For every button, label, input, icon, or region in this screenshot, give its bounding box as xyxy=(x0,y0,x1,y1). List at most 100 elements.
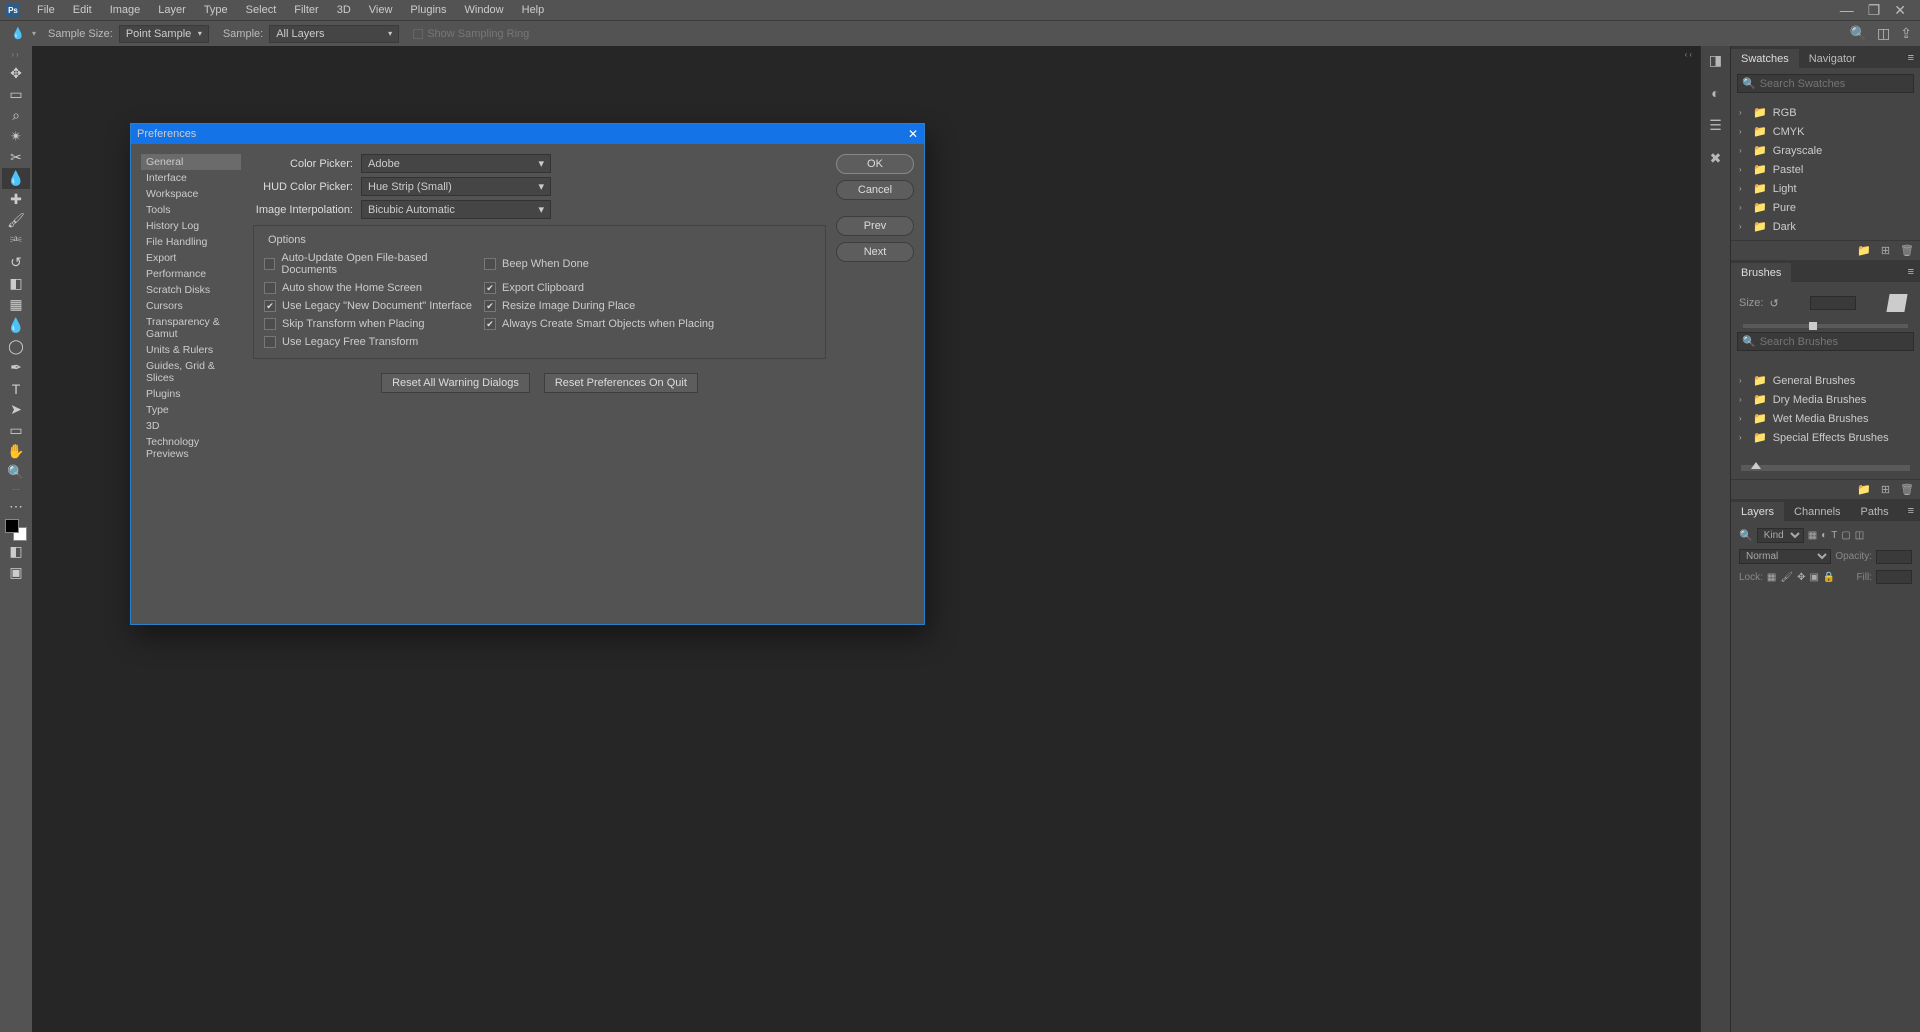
blur-tool[interactable]: 💧 xyxy=(2,315,30,336)
share-icon[interactable]: ⇪ xyxy=(1900,25,1912,42)
checkbox[interactable] xyxy=(264,336,276,348)
sample-size-dropdown[interactable]: Point Sample▾ xyxy=(119,25,209,43)
menu-view[interactable]: View xyxy=(360,2,402,18)
prefs-category-3d[interactable]: 3D xyxy=(141,418,241,434)
hud-color-picker-dropdown[interactable]: Hue Strip (Small)▾ xyxy=(361,177,551,196)
brush-tool[interactable]: 🖌 xyxy=(2,210,30,231)
layers-panel-menu-icon[interactable]: ≡ xyxy=(1902,501,1920,521)
lock-position-icon[interactable]: ✥ xyxy=(1797,572,1805,583)
gradient-tool[interactable]: ▦ xyxy=(2,294,30,315)
swatch-folder[interactable]: ›📁CMYK xyxy=(1735,122,1916,141)
reset-prefs-button[interactable]: Reset Preferences On Quit xyxy=(544,373,698,393)
menu-select[interactable]: Select xyxy=(237,2,286,18)
opacity-input[interactable] xyxy=(1876,550,1912,564)
color-picker-dropdown[interactable]: Adobe▾ xyxy=(361,154,551,173)
brush-folder[interactable]: ›📁General Brushes xyxy=(1735,371,1916,390)
prefs-category-technology-previews[interactable]: Technology Previews xyxy=(141,434,241,462)
prefs-category-transparency-gamut[interactable]: Transparency & Gamut xyxy=(141,314,241,342)
menu-filter[interactable]: Filter xyxy=(285,2,327,18)
prefs-category-general[interactable]: General xyxy=(141,154,241,170)
brush-folder[interactable]: ›📁Dry Media Brushes xyxy=(1735,390,1916,409)
show-sampling-ring-checkbox[interactable] xyxy=(413,29,423,39)
lock-transparency-icon[interactable]: ▦ xyxy=(1767,572,1776,583)
swatch-folder[interactable]: ›📁Pure xyxy=(1735,198,1916,217)
prefs-category-workspace[interactable]: Workspace xyxy=(141,186,241,202)
blend-mode-dropdown[interactable]: Normal xyxy=(1739,549,1831,564)
type-tool[interactable]: T xyxy=(2,378,30,399)
hand-tool[interactable]: ✋ xyxy=(2,441,30,462)
filter-adjust-icon[interactable]: ◐ xyxy=(1821,530,1827,541)
sample-dropdown[interactable]: All Layers▾ xyxy=(269,25,399,43)
reset-warnings-button[interactable]: Reset All Warning Dialogs xyxy=(381,373,530,393)
brush-thumbnail-slider[interactable] xyxy=(1741,465,1910,471)
tab-navigator[interactable]: Navigator xyxy=(1799,49,1866,68)
checkbox[interactable] xyxy=(264,258,275,270)
lock-artboard-icon[interactable]: ▣ xyxy=(1809,572,1818,583)
menu-image[interactable]: Image xyxy=(101,2,150,18)
menu-edit[interactable]: Edit xyxy=(64,2,101,18)
swatches-search-input[interactable] xyxy=(1760,78,1909,90)
prefs-category-cursors[interactable]: Cursors xyxy=(141,298,241,314)
checkbox[interactable] xyxy=(264,282,276,294)
prefs-category-units-rulers[interactable]: Units & Rulers xyxy=(141,342,241,358)
brushes-panel-menu-icon[interactable]: ≡ xyxy=(1902,262,1920,282)
brushes-search[interactable]: 🔍 xyxy=(1737,332,1914,351)
checkbox[interactable] xyxy=(484,282,496,294)
tab-swatches[interactable]: Swatches xyxy=(1731,49,1799,68)
prefs-category-scratch-disks[interactable]: Scratch Disks xyxy=(141,282,241,298)
tab-brushes[interactable]: Brushes xyxy=(1731,263,1791,282)
checkbox[interactable] xyxy=(484,300,496,312)
cancel-button[interactable]: Cancel xyxy=(836,180,914,200)
adjustments-panel-icon[interactable]: ◐ xyxy=(1711,85,1719,101)
image-interpolation-dropdown[interactable]: Bicubic Automatic▾ xyxy=(361,200,551,219)
clone-stamp-tool[interactable]: ⎃ xyxy=(2,231,30,252)
tool-preset-caret[interactable]: ▾ xyxy=(32,29,36,38)
swatch-folder[interactable]: ›📁Pastel xyxy=(1735,160,1916,179)
workspace-icon[interactable]: ◫ xyxy=(1877,25,1890,42)
brush-folder[interactable]: ›📁Special Effects Brushes xyxy=(1735,428,1916,447)
brush-folder[interactable]: ›📁Wet Media Brushes xyxy=(1735,409,1916,428)
preferences-close-icon[interactable]: ✕ xyxy=(908,127,918,141)
swatch-delete-icon[interactable]: 🗑 xyxy=(1900,244,1914,257)
tab-paths[interactable]: Paths xyxy=(1851,502,1899,521)
prev-button[interactable]: Prev xyxy=(836,216,914,236)
color-panel-icon[interactable]: ◨ xyxy=(1709,52,1722,69)
maximize-icon[interactable]: ❐ xyxy=(1868,3,1881,17)
menu-plugins[interactable]: Plugins xyxy=(401,2,455,18)
history-brush-tool[interactable]: ↺ xyxy=(2,252,30,273)
pen-tool[interactable]: ✒ xyxy=(2,357,30,378)
prefs-category-type[interactable]: Type xyxy=(141,402,241,418)
swatches-panel-menu-icon[interactable]: ≡ xyxy=(1902,48,1920,68)
prefs-category-plugins[interactable]: Plugins xyxy=(141,386,241,402)
checkbox[interactable] xyxy=(264,318,276,330)
rectangle-tool[interactable]: ▭ xyxy=(2,420,30,441)
tab-channels[interactable]: Channels xyxy=(1784,502,1850,521)
swatches-search[interactable]: 🔍 xyxy=(1737,74,1914,93)
filter-shape-icon[interactable]: ▢ xyxy=(1841,530,1850,541)
preferences-titlebar[interactable]: Preferences ✕ xyxy=(131,124,924,144)
swatch-folder[interactable]: ›📁RGB xyxy=(1735,103,1916,122)
crop-tool[interactable]: ✂ xyxy=(2,147,30,168)
libraries-panel-icon[interactable]: ☰ xyxy=(1709,117,1722,134)
checkbox[interactable] xyxy=(484,258,496,270)
tab-layers[interactable]: Layers xyxy=(1731,502,1784,521)
checkbox[interactable] xyxy=(484,318,496,330)
menu-type[interactable]: Type xyxy=(195,2,237,18)
ok-button[interactable]: OK xyxy=(836,154,914,174)
swatch-new-icon[interactable]: ⊞ xyxy=(1881,244,1890,257)
quick-select-tool[interactable]: ✴ xyxy=(2,126,30,147)
search-icon[interactable]: 🔍 xyxy=(1850,25,1867,42)
filter-type-icon[interactable]: T xyxy=(1831,530,1837,541)
eraser-tool[interactable]: ◧ xyxy=(2,273,30,294)
brush-size-slider[interactable] xyxy=(1743,324,1908,328)
brush-reset-icon[interactable]: ↺ xyxy=(1769,297,1778,310)
dodge-tool[interactable]: ◯ xyxy=(2,336,30,357)
prefs-category-interface[interactable]: Interface xyxy=(141,170,241,186)
marquee-tool[interactable]: ▭ xyxy=(2,84,30,105)
quick-mask-tool[interactable]: ◧ xyxy=(2,541,30,562)
prefs-category-export[interactable]: Export xyxy=(141,250,241,266)
brush-size-input[interactable] xyxy=(1810,296,1856,310)
swatch-folder[interactable]: ›📁Light xyxy=(1735,179,1916,198)
checkbox[interactable] xyxy=(264,300,276,312)
menu-3d[interactable]: 3D xyxy=(328,2,360,18)
